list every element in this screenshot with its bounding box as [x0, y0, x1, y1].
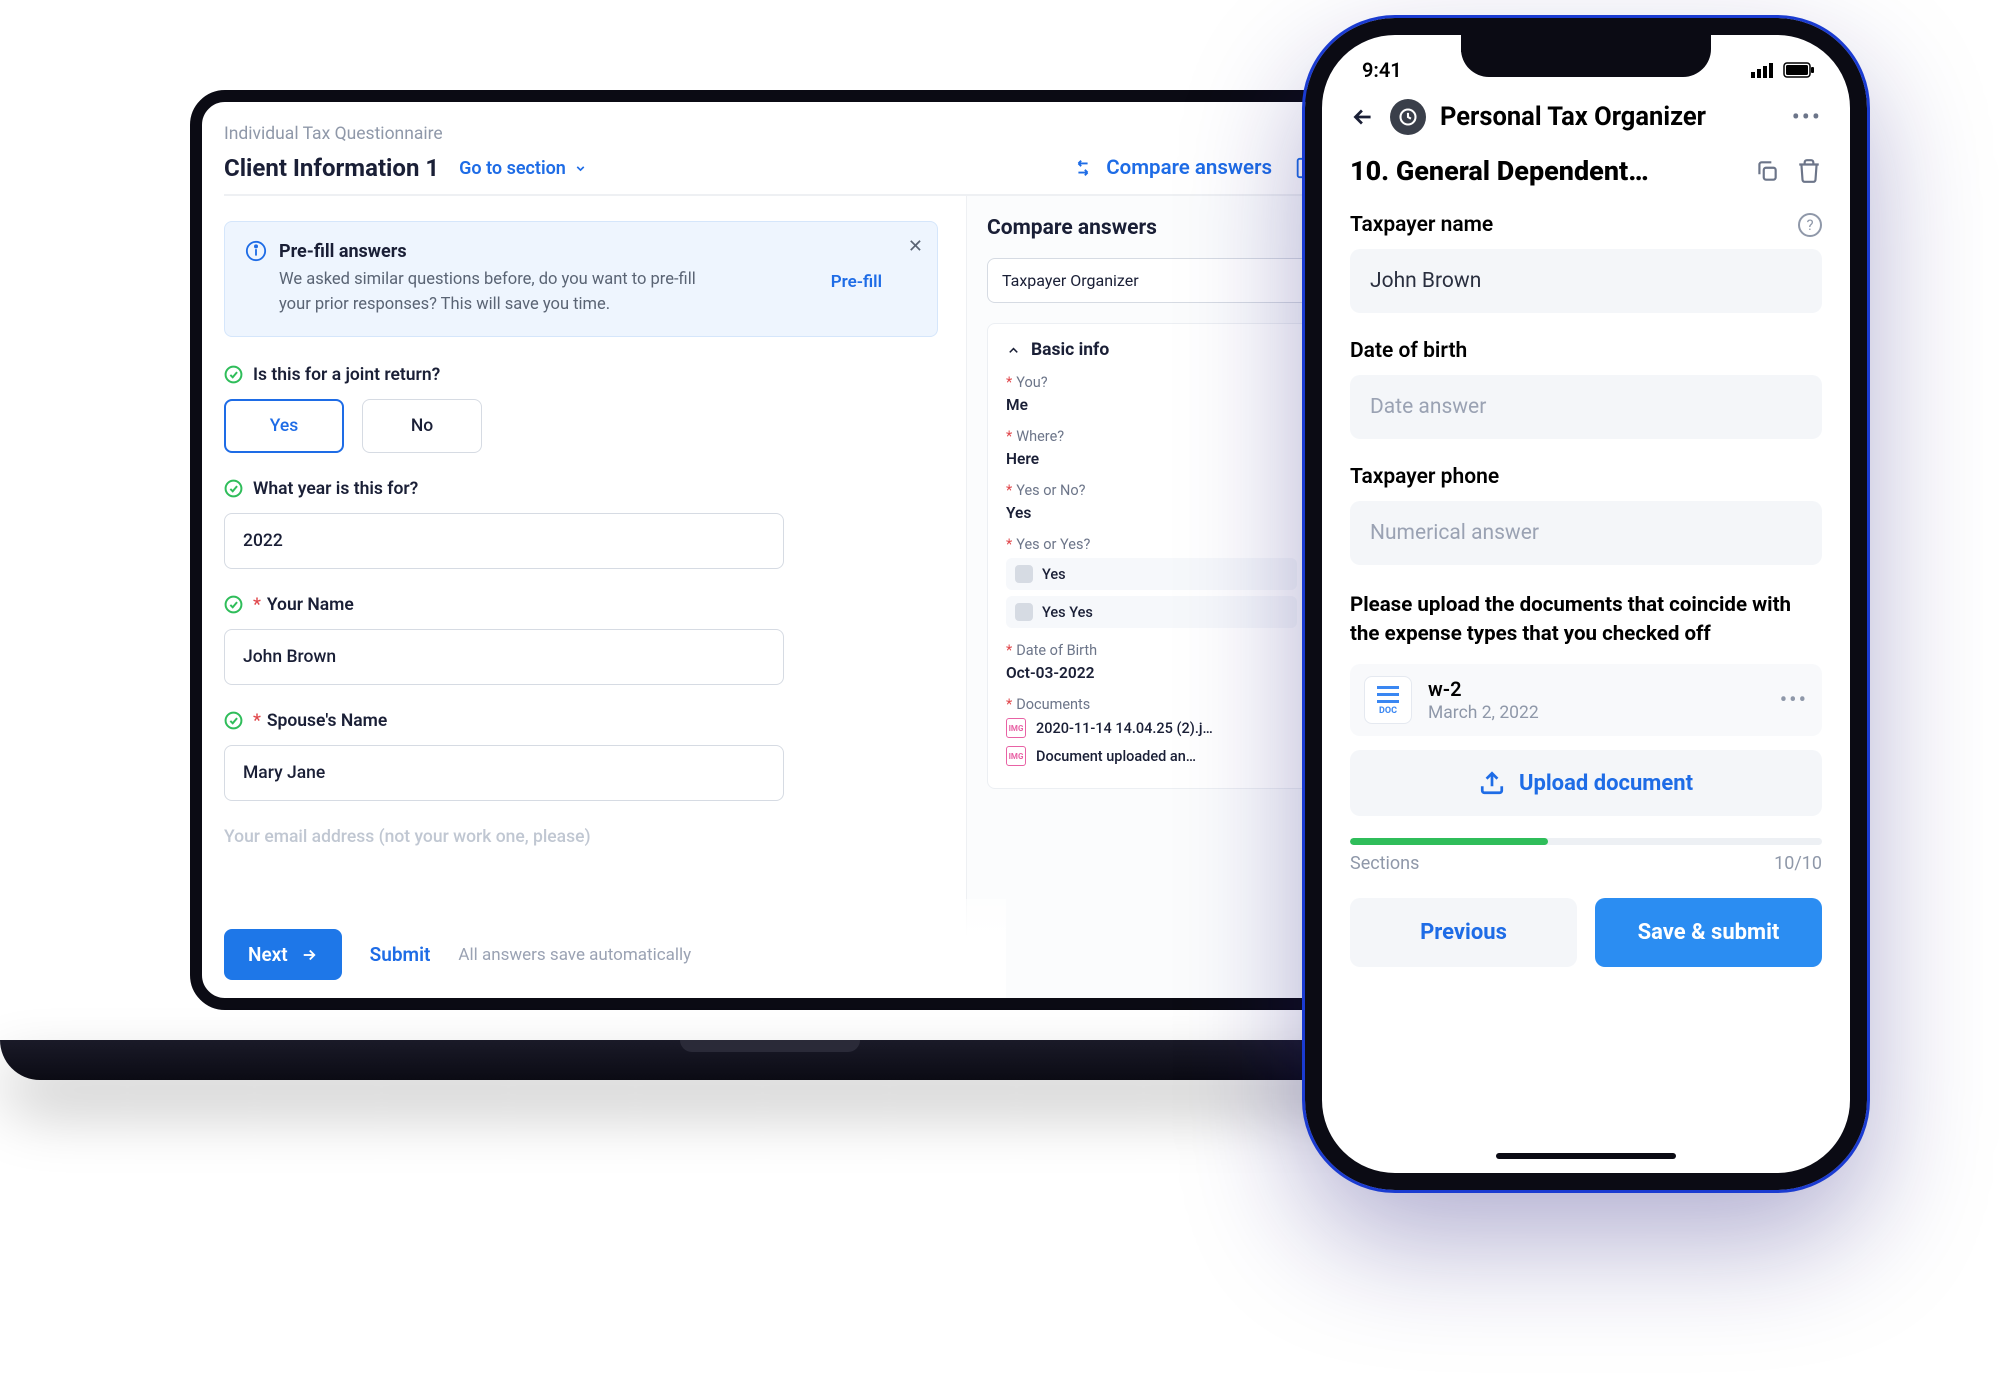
dob-label: Date of birth [1350, 339, 1822, 363]
question-4-label: Spouse's Name [267, 711, 387, 731]
laptop-device: Individual Tax Questionnaire Client Info… [190, 90, 1350, 1080]
accordion-header[interactable]: Basic info [1006, 340, 1297, 360]
mobile-section-title: 10. General Dependent… [1350, 155, 1738, 187]
sections-label: Sections [1350, 853, 1419, 874]
goto-section-link[interactable]: Go to section [459, 158, 587, 179]
required-marker: * [253, 595, 261, 615]
taxpayer-phone-input[interactable]: Numerical answer [1350, 501, 1822, 565]
section-title: Client Information 1 [224, 154, 439, 182]
spouse-name-input[interactable] [224, 745, 784, 801]
image-file-icon: IMG [1006, 718, 1026, 738]
dob-input[interactable]: Date answer [1350, 375, 1822, 439]
battery-icon [1783, 62, 1815, 78]
signal-icon [1751, 62, 1775, 78]
field-you-value: Me [1006, 396, 1297, 414]
option-yes[interactable]: Yes [224, 399, 344, 453]
phone-device: 9:41 Personal Tax Organizer ••• 10. Gene… [1305, 18, 1867, 1190]
required-marker: * [253, 711, 261, 731]
prefill-banner: Pre-fill answers We asked similar questi… [224, 221, 938, 337]
question-3-label: Your Name [267, 595, 354, 615]
compare-panel-title: Compare answers [987, 216, 1316, 240]
home-indicator [1496, 1153, 1676, 1159]
previous-button[interactable]: Previous [1350, 898, 1577, 967]
phone-notch [1461, 35, 1711, 77]
option-no[interactable]: No [362, 399, 482, 453]
accordion-title-label: Basic info [1031, 340, 1109, 360]
check-circle-icon [224, 479, 243, 498]
back-icon[interactable] [1350, 104, 1376, 130]
field-dob-value: Oct-03-2022 [1006, 664, 1297, 682]
autosave-hint: All answers save automatically [458, 945, 691, 965]
field-yesno-label: Yes or No? [1016, 482, 1085, 499]
check-circle-icon [224, 365, 243, 384]
file-name: w-2 [1428, 677, 1764, 701]
checkbox-option-1[interactable]: Yes [1006, 558, 1297, 590]
organizer-select[interactable]: Taxpayer Organizer [987, 258, 1316, 303]
uploaded-file-row[interactable]: DOC w-2 March 2, 2022 ••• [1350, 664, 1822, 736]
arrow-right-icon [300, 946, 318, 964]
next-button-label: Next [248, 943, 288, 966]
compare-answers-link[interactable]: Compare answers [1072, 156, 1272, 180]
compare-icon [1072, 157, 1094, 179]
document-row[interactable]: IMGDocument uploaded an… [1006, 746, 1297, 766]
field-yesyes-label: Yes or Yes? [1016, 536, 1090, 553]
taxpayer-name-input[interactable]: John Brown [1350, 249, 1822, 313]
upload-prompt: Please upload the documents that coincid… [1350, 591, 1822, 648]
field-docs-label: Documents [1016, 696, 1090, 713]
question-1-label: Is this for a joint return? [253, 365, 440, 385]
sections-count: 10/10 [1774, 853, 1822, 874]
save-submit-button[interactable]: Save & submit [1595, 898, 1822, 967]
check-circle-icon [224, 595, 243, 614]
field-yesno-value: Yes [1006, 504, 1297, 522]
field-you-label: You? [1016, 374, 1047, 391]
upload-document-button[interactable]: Upload document [1350, 750, 1822, 816]
file-more-icon[interactable]: ••• [1780, 688, 1808, 713]
image-file-icon: IMG [1006, 746, 1026, 766]
compare-answers-label: Compare answers [1106, 156, 1272, 180]
more-icon[interactable]: ••• [1792, 103, 1822, 131]
prefill-banner-body: We asked similar questions before, do yo… [279, 268, 699, 318]
basic-info-accordion: Basic info *You? Me *Where? Here [987, 323, 1316, 789]
check-circle-icon [224, 711, 243, 730]
status-time: 9:41 [1362, 58, 1402, 82]
checkbox-option-2[interactable]: Yes Yes [1006, 596, 1297, 628]
close-icon[interactable]: ✕ [908, 236, 923, 257]
submit-link[interactable]: Submit [370, 943, 431, 966]
mobile-page-title: Personal Tax Organizer [1440, 102, 1778, 132]
next-button[interactable]: Next [224, 929, 342, 980]
field-dob-label: Date of Birth [1016, 642, 1097, 659]
prefill-action-link[interactable]: Pre-fill [831, 272, 882, 292]
taxpayer-phone-label: Taxpayer phone [1350, 465, 1822, 489]
question-5-ghost: Your email address (not your work one, p… [224, 827, 938, 847]
document-row[interactable]: IMG2020-11-14 14.04.25 (2).j… [1006, 718, 1297, 738]
copy-icon[interactable] [1754, 158, 1780, 184]
progress-bar [1350, 838, 1822, 845]
info-icon [245, 240, 267, 262]
your-name-input[interactable] [224, 629, 784, 685]
upload-icon [1479, 770, 1505, 796]
question-2-label: What year is this for? [253, 479, 418, 499]
breadcrumb: Individual Tax Questionnaire [224, 124, 1316, 144]
goto-section-label: Go to section [459, 158, 566, 179]
field-where-label: Where? [1016, 428, 1064, 445]
help-icon[interactable]: ? [1798, 213, 1822, 237]
upload-button-label: Upload document [1519, 771, 1693, 796]
laptop-screen: Individual Tax Questionnaire Client Info… [190, 90, 1350, 1010]
file-date: March 2, 2022 [1428, 703, 1764, 723]
chevron-down-icon [574, 162, 587, 175]
doc-file-icon: DOC [1364, 676, 1412, 724]
trash-icon[interactable] [1796, 158, 1822, 184]
year-input[interactable] [224, 513, 784, 569]
chevron-up-icon [1006, 343, 1021, 358]
field-where-value: Here [1006, 450, 1297, 468]
prefill-banner-title: Pre-fill answers [279, 241, 407, 262]
clock-icon [1390, 99, 1426, 135]
taxpayer-name-label: Taxpayer name [1350, 213, 1493, 237]
